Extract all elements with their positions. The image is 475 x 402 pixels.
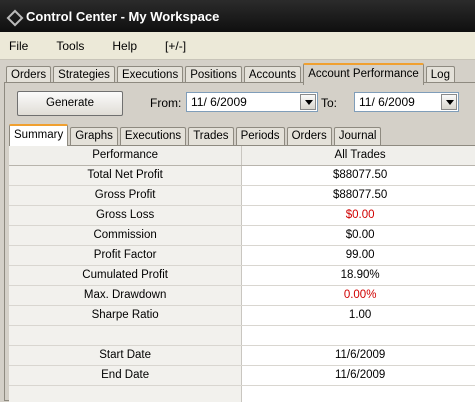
menu-help[interactable]: Help	[104, 39, 147, 53]
from-label: From:	[150, 96, 182, 110]
to-label: To:	[321, 96, 338, 110]
table-row: Max. Drawdown 0.00%	[9, 285, 475, 306]
sub-tab-strip: Summary Graphs Executions Trades Periods…	[9, 124, 383, 146]
metric-label: Gross Loss	[9, 205, 243, 226]
main-area: Orders Strategies Executions Positions A…	[0, 60, 475, 402]
menu-bar: File Tools Help [+/-]	[0, 32, 475, 60]
metric-value: 0.00%	[241, 285, 475, 306]
metric-value: 18.90%	[241, 265, 475, 286]
table-row: Gross Profit $88077.50	[9, 185, 475, 206]
window-title: Control Center - My Workspace	[26, 8, 220, 24]
performance-table: Performance All Trades Total Net Profit …	[9, 146, 475, 402]
to-date-value: 11/ 6/2009	[359, 95, 415, 109]
table-row: Total Net Profit $88077.50	[9, 165, 475, 186]
table-row: Profit Factor 99.00	[9, 245, 475, 266]
subtab-orders[interactable]: Orders	[286, 127, 332, 145]
subtab-periods[interactable]: Periods	[235, 127, 285, 145]
metric-value: 1.00	[241, 305, 475, 326]
to-date-picker[interactable]: 11/ 6/2009	[354, 92, 459, 112]
metric-value: 11/6/2009	[241, 345, 475, 366]
metric-value	[241, 325, 475, 346]
window-titlebar: Control Center - My Workspace	[0, 0, 475, 32]
menu-toggle-expand[interactable]: [+/-]	[157, 39, 196, 53]
performance-summary-grid: Performance All Trades Total Net Profit …	[9, 145, 475, 402]
subtab-journal[interactable]: Journal	[333, 127, 382, 145]
subtab-trades[interactable]: Trades	[188, 127, 234, 145]
metric-value: $88077.50	[241, 165, 475, 186]
table-row	[9, 385, 475, 402]
column-header-performance[interactable]: Performance	[9, 146, 243, 166]
metric-value: 11/6/2009	[241, 365, 475, 386]
metric-label: Commission	[9, 225, 243, 246]
table-row: Commission $0.00	[9, 225, 475, 246]
metric-label: Total Net Profit	[9, 165, 243, 186]
metric-value: $88077.50	[241, 185, 475, 206]
metric-label: Cumulated Profit	[9, 265, 243, 286]
chevron-down-icon[interactable]	[300, 94, 316, 110]
subtab-graphs[interactable]: Graphs	[70, 127, 118, 145]
tab-account-performance[interactable]: Account Performance	[303, 63, 424, 85]
metric-label: End Date	[9, 365, 243, 386]
metric-label: Sharpe Ratio	[9, 305, 243, 326]
table-row	[9, 325, 475, 346]
account-performance-panel: Generate From: 11/ 6/2009 To: 11/ 6/2009…	[4, 82, 475, 402]
metric-value: $0.00	[241, 205, 475, 226]
main-tab-strip: Orders Strategies Executions Positions A…	[6, 63, 457, 85]
table-header-row: Performance All Trades	[9, 146, 475, 166]
metric-label	[9, 385, 243, 402]
metric-value: $0.00	[241, 225, 475, 246]
metric-label: Profit Factor	[9, 245, 243, 266]
menu-tools[interactable]: Tools	[48, 39, 94, 53]
table-row: Start Date 11/6/2009	[9, 345, 475, 366]
from-date-picker[interactable]: 11/ 6/2009	[186, 92, 318, 112]
table-row: Cumulated Profit 18.90%	[9, 265, 475, 286]
metric-label: Gross Profit	[9, 185, 243, 206]
metric-label	[9, 325, 243, 346]
column-header-all-trades[interactable]: All Trades	[241, 146, 475, 166]
table-row: Gross Loss $0.00	[9, 205, 475, 226]
metric-label: Start Date	[9, 345, 243, 366]
metric-label: Max. Drawdown	[9, 285, 243, 306]
table-row: Sharpe Ratio 1.00	[9, 305, 475, 326]
menu-file[interactable]: File	[9, 39, 38, 53]
app-logo-icon	[6, 9, 20, 23]
performance-toolbar: Generate From: 11/ 6/2009 To: 11/ 6/2009	[17, 91, 475, 116]
subtab-executions[interactable]: Executions	[119, 127, 187, 145]
generate-button[interactable]: Generate	[17, 91, 123, 116]
table-row: End Date 11/6/2009	[9, 365, 475, 386]
from-date-value: 11/ 6/2009	[191, 95, 247, 109]
metric-value	[241, 385, 475, 402]
subtab-summary[interactable]: Summary	[9, 124, 69, 146]
chevron-down-icon[interactable]	[441, 94, 457, 110]
metric-value: 99.00	[241, 245, 475, 266]
